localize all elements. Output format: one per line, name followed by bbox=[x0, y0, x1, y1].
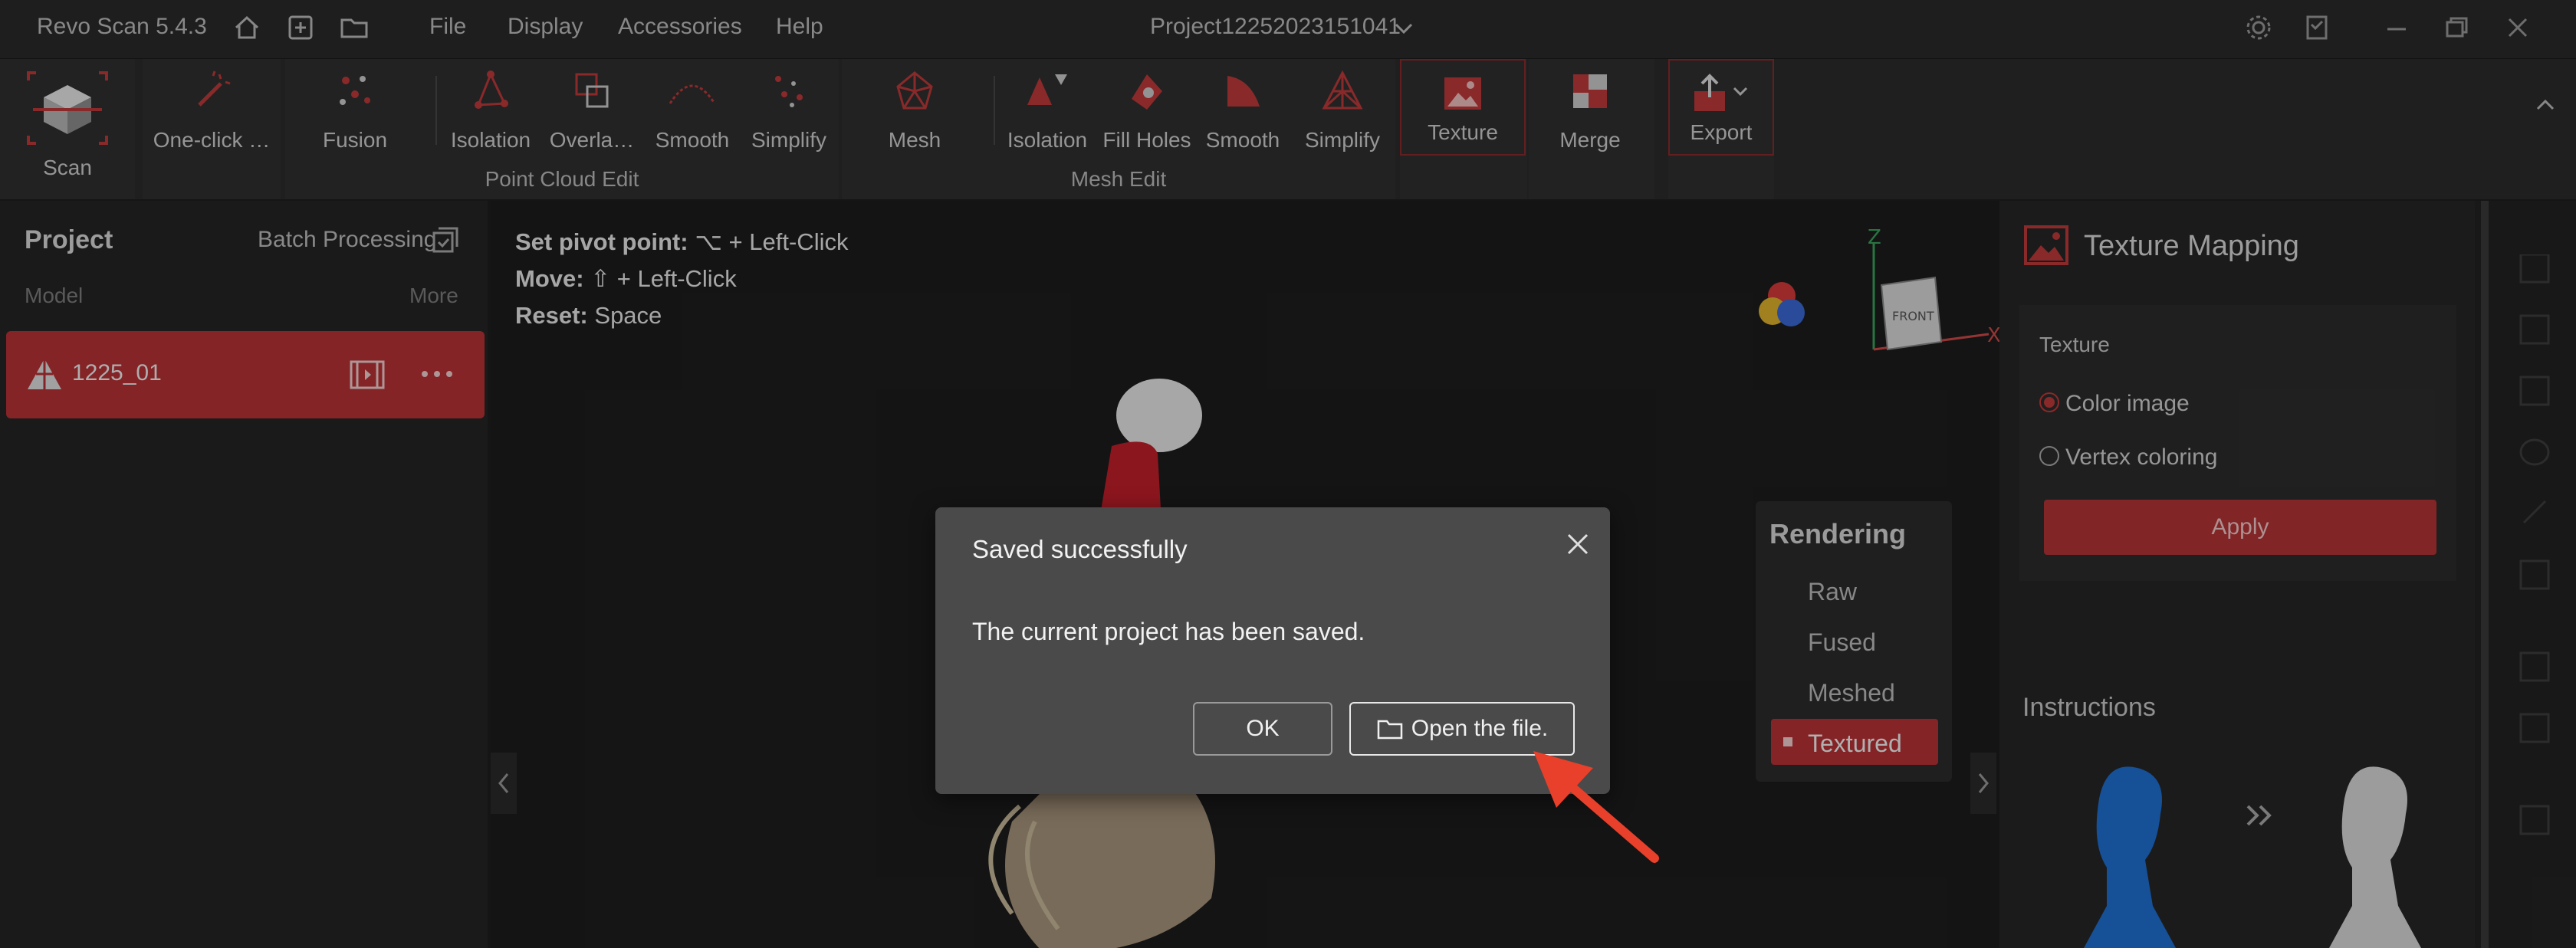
dialog-message: The current project has been saved. bbox=[972, 618, 1365, 645]
modal-overlay bbox=[0, 0, 2576, 948]
saved-dialog: Saved successfully The current project h… bbox=[935, 507, 1610, 794]
annotation-arrow bbox=[1533, 751, 1659, 863]
dialog-title: Saved successfully bbox=[972, 535, 1188, 563]
ok-button[interactable]: OK bbox=[1193, 702, 1332, 756]
folder-icon bbox=[1377, 720, 1403, 740]
dialog-close-icon[interactable] bbox=[1562, 529, 1593, 559]
